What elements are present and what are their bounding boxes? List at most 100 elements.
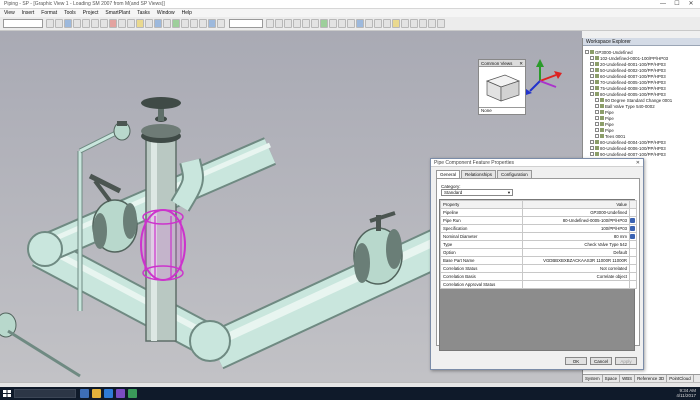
app-icon[interactable] xyxy=(116,389,125,398)
cancel-button[interactable]: Cancel xyxy=(590,357,612,365)
property-row[interactable]: Nominal Diameter 80 mm xyxy=(440,232,637,241)
expand-icon[interactable] xyxy=(585,50,589,54)
property-row[interactable]: Option Default xyxy=(440,248,637,257)
apply-button[interactable]: Apply xyxy=(615,357,637,365)
tab-system[interactable]: System xyxy=(583,375,603,382)
workspace-icon[interactable] xyxy=(410,19,418,28)
save-icon[interactable] xyxy=(64,19,72,28)
property-row[interactable]: Base Part Name VGDBBXBXBZACKAAS3R 11000R … xyxy=(440,256,637,265)
properties-icon[interactable] xyxy=(145,19,153,28)
expand-icon[interactable] xyxy=(590,152,594,156)
view-icon[interactable] xyxy=(199,19,207,28)
tab-general[interactable]: General xyxy=(436,170,461,178)
tab-reference-3d[interactable]: Reference 3D xyxy=(635,375,668,382)
property-value[interactable]: VGDBBXBXBZACKAAS3R 11000R 11000R xyxy=(522,256,630,265)
property-value[interactable]: Not correlated xyxy=(522,264,630,273)
explorer-icon[interactable] xyxy=(419,19,427,28)
expand-icon[interactable] xyxy=(590,92,594,96)
property-row[interactable]: Correlation Status Not correlated xyxy=(440,264,637,273)
route-pipe-icon[interactable] xyxy=(320,19,328,28)
smart3d-icon[interactable] xyxy=(128,389,137,398)
copy-icon[interactable] xyxy=(91,19,99,28)
property-row[interactable]: Specification 100/PP/HP03 xyxy=(440,224,637,233)
filter-icon[interactable] xyxy=(163,19,171,28)
property-value[interactable]: Check Valve Type 542 xyxy=(522,240,630,249)
expand-icon[interactable] xyxy=(595,134,599,138)
camera-icon[interactable] xyxy=(208,19,216,28)
property-row[interactable]: Pipe Run 80-Undefined-0005-100/PP/HP03 xyxy=(440,216,637,225)
refresh-icon[interactable] xyxy=(154,19,162,28)
rotate-icon[interactable] xyxy=(311,19,319,28)
expand-icon[interactable] xyxy=(590,68,594,72)
lock-icon[interactable] xyxy=(630,234,635,240)
property-row[interactable]: Correlation Basis Correlate object xyxy=(440,272,637,281)
expand-icon[interactable] xyxy=(595,122,599,126)
property-value[interactable] xyxy=(522,280,630,289)
property-value[interactable]: GP3000-Undefined xyxy=(522,208,630,217)
spec-icon[interactable] xyxy=(365,19,373,28)
measure-icon[interactable] xyxy=(181,19,189,28)
menu-insert[interactable]: Insert xyxy=(22,10,35,16)
selected-component[interactable] xyxy=(140,209,186,281)
tab-relationships[interactable]: Relationships xyxy=(461,170,497,178)
category-select[interactable]: Standard ▼ xyxy=(441,189,513,196)
tab-configuration[interactable]: Configuration xyxy=(497,170,532,178)
expand-icon[interactable] xyxy=(590,74,594,78)
menu-project[interactable]: Project xyxy=(83,10,99,16)
expand-icon[interactable] xyxy=(590,146,594,150)
menu-view[interactable]: View xyxy=(4,10,15,16)
menu-help[interactable]: Help xyxy=(182,10,192,16)
tab-space[interactable]: Space xyxy=(603,375,621,382)
property-value[interactable]: 80 mm xyxy=(522,232,630,241)
paste-icon[interactable] xyxy=(100,19,108,28)
pan-icon[interactable] xyxy=(302,19,310,28)
run-icon[interactable] xyxy=(356,19,364,28)
cut-icon[interactable] xyxy=(82,19,90,28)
ok-button[interactable]: OK xyxy=(565,357,587,365)
highlight-icon[interactable] xyxy=(392,19,400,28)
expand-icon[interactable] xyxy=(595,98,599,102)
expand-icon[interactable] xyxy=(595,128,599,132)
open-icon[interactable] xyxy=(55,19,63,28)
property-value[interactable]: 80-Undefined-0005-100/PP/HP03 xyxy=(522,216,630,225)
help-icon[interactable] xyxy=(437,19,445,28)
clip-icon[interactable] xyxy=(217,19,225,28)
support-icon[interactable] xyxy=(374,19,382,28)
zoom-out-icon[interactable] xyxy=(275,19,283,28)
undo-icon[interactable] xyxy=(118,19,126,28)
browser-icon[interactable] xyxy=(104,389,113,398)
windows-start-icon[interactable] xyxy=(2,389,12,398)
expand-icon[interactable] xyxy=(590,140,594,144)
view-cube-icon[interactable] xyxy=(479,67,525,107)
nozzle-icon[interactable] xyxy=(383,19,391,28)
expand-icon[interactable] xyxy=(590,86,594,90)
property-value[interactable]: 100/PP/HP03 xyxy=(522,224,630,233)
tab-pointcloud[interactable]: PointCloud xyxy=(667,375,694,382)
style-combo[interactable] xyxy=(229,19,263,28)
locate-icon[interactable] xyxy=(401,19,409,28)
task-view-icon[interactable] xyxy=(80,389,89,398)
expand-icon[interactable] xyxy=(590,56,594,60)
close-button[interactable]: ✕ xyxy=(684,0,698,8)
maximize-button[interactable]: ☐ xyxy=(670,0,684,8)
expand-icon[interactable] xyxy=(595,104,599,108)
tab-wbs[interactable]: WBS xyxy=(620,375,636,382)
expand-icon[interactable] xyxy=(595,110,599,114)
expand-icon[interactable] xyxy=(595,116,599,120)
property-value[interactable]: Default xyxy=(522,248,630,257)
lock-icon[interactable] xyxy=(630,218,635,224)
layer-icon[interactable] xyxy=(190,19,198,28)
property-row[interactable]: Correlation Approval Status xyxy=(440,280,637,289)
menu-smartplant[interactable]: SmartPlant xyxy=(105,10,130,16)
property-value[interactable]: Correlate object xyxy=(522,272,630,281)
expand-icon[interactable] xyxy=(590,80,594,84)
zoom-in-icon[interactable] xyxy=(266,19,274,28)
expand-icon[interactable] xyxy=(590,62,594,66)
menu-window[interactable]: Window xyxy=(157,10,175,16)
report-icon[interactable] xyxy=(428,19,436,28)
menu-tasks[interactable]: Tasks xyxy=(137,10,150,16)
menu-format[interactable]: Format xyxy=(41,10,57,16)
insert-component-icon[interactable] xyxy=(329,19,337,28)
minimize-button[interactable]: — xyxy=(656,0,670,8)
new-icon[interactable] xyxy=(46,19,54,28)
